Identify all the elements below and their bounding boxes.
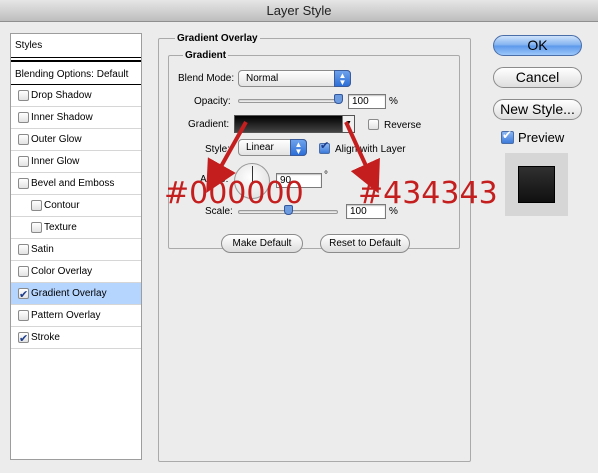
start-color-annotation: #000000: [164, 176, 304, 211]
window-title: Layer Style: [0, 0, 598, 22]
dialog-body: Styles Blending Options: Default Drop Sh…: [0, 22, 598, 473]
annotation-arrows: [206, 121, 380, 194]
arrow-to-end-color: [344, 121, 380, 194]
arrow-to-start-color: [206, 121, 248, 193]
end-color-annotation: #434343: [358, 176, 498, 211]
